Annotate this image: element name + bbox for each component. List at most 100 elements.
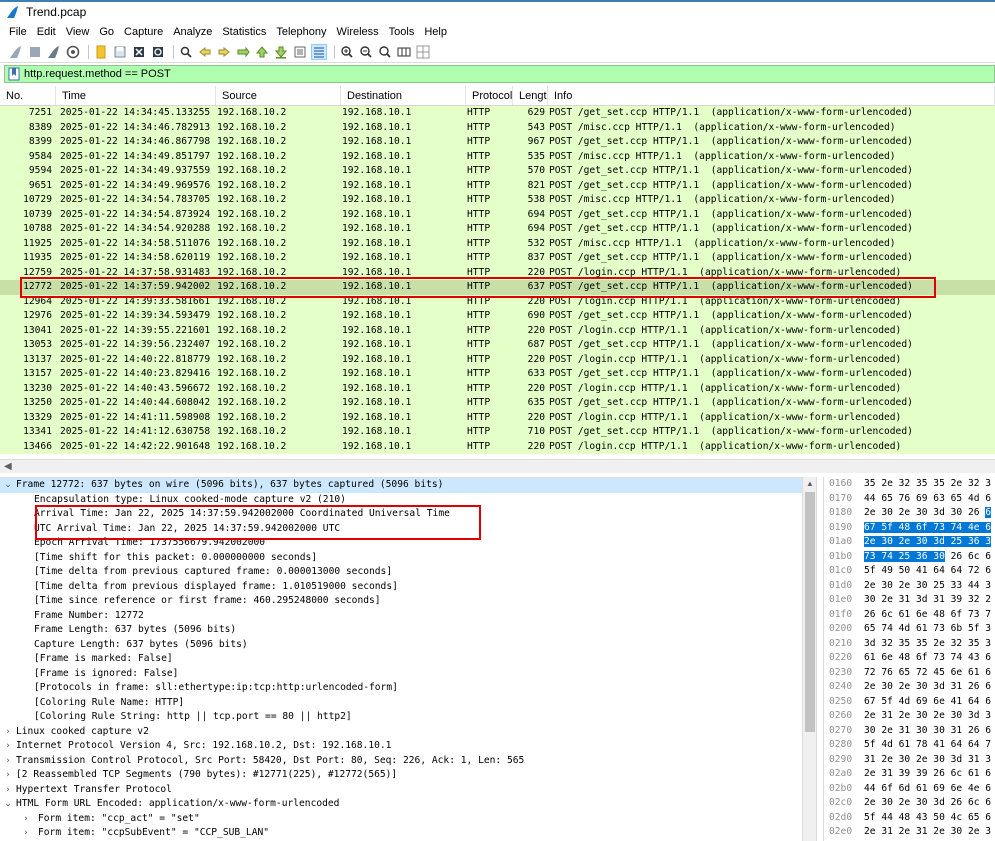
packet-row[interactable]: 13341 2025-01-22 14:41:12.630758 192.168.1… xyxy=(0,425,995,440)
menu-tools[interactable]: Tools xyxy=(384,22,420,42)
detail-tree-row[interactable]: Capture Length: 637 bytes (5096 bits) xyxy=(0,638,816,653)
menu-go[interactable]: Go xyxy=(94,22,119,42)
packet-row[interactable]: 13250 2025-01-22 14:40:44.608042 192.168.1… xyxy=(0,396,995,411)
detail-tree-row[interactable]: › Hypertext Transfer Protocol xyxy=(0,783,816,798)
packet-row[interactable]: 10788 2025-01-22 14:34:54.920288 192.168.1… xyxy=(0,222,995,237)
packet-row[interactable]: 11935 2025-01-22 14:34:58.620119 192.168.1… xyxy=(0,251,995,266)
expanded-chevron-icon[interactable]: ⌄ xyxy=(0,797,16,812)
details-vscrollbar[interactable]: ▲ xyxy=(802,477,816,841)
packet-row[interactable]: 8399 2025-01-22 14:34:46.867798 192.168.10… xyxy=(0,135,995,150)
bytes-row[interactable]: 0160 35 2e 32 35 35 2e 32 3 xyxy=(824,477,995,492)
bytes-row[interactable]: 0250 67 5f 4d 69 6e 41 64 6 xyxy=(824,695,995,710)
menu-edit[interactable]: Edit xyxy=(32,22,61,42)
column-header-protocol[interactable]: Protocol xyxy=(466,86,513,105)
bytes-row[interactable]: 0260 2e 31 2e 30 2e 30 3d 3 xyxy=(824,709,995,724)
layout-grid-icon[interactable] xyxy=(415,44,431,60)
scroll-thumb[interactable] xyxy=(805,492,815,732)
packet-row[interactable]: 9584 2025-01-22 14:34:49.851797 192.168.10… xyxy=(0,149,995,164)
go-to-first-icon[interactable] xyxy=(254,44,270,60)
bytes-row[interactable]: 01c0 5f 49 50 41 64 64 72 6 xyxy=(824,564,995,579)
detail-tree-row[interactable]: [Time delta from previous captured frame… xyxy=(0,565,816,580)
detail-tree-row[interactable]: ⌄ Frame 12772: 637 bytes on wire (5096 bi… xyxy=(0,478,816,493)
column-header-destination[interactable]: Destination xyxy=(341,86,466,105)
packet-row[interactable]: 10729 2025-01-22 14:34:54.783705 192.168.1… xyxy=(0,193,995,208)
bytes-row[interactable]: 0190 67 5f 48 6f 73 74 4e 6 xyxy=(824,521,995,536)
packet-row[interactable]: 9594 2025-01-22 14:34:49.937559 192.168.10… xyxy=(0,164,995,179)
detail-tree-row[interactable]: [Frame is marked: False] xyxy=(0,652,816,667)
menu-telephony[interactable]: Telephony xyxy=(271,22,331,42)
detail-tree-row[interactable]: [Coloring Rule Name: HTTP] xyxy=(0,696,816,711)
detail-tree-row[interactable]: › [2 Reassembled TCP Segments (790 bytes)… xyxy=(0,768,816,783)
go-forward-icon[interactable] xyxy=(216,44,232,60)
packet-row[interactable]: 12976 2025-01-22 14:39:34.593479 192.168.1… xyxy=(0,309,995,324)
zoom-out-icon[interactable] xyxy=(358,44,374,60)
detail-tree-row[interactable]: [Protocols in frame: sll:ethertype:ip:tc… xyxy=(0,681,816,696)
detail-tree-row[interactable]: [Coloring Rule String: http || tcp.port … xyxy=(0,710,816,725)
packet-row[interactable]: 9651 2025-01-22 14:34:49.969576 192.168.10… xyxy=(0,178,995,193)
find-packet-icon[interactable] xyxy=(178,44,194,60)
collapsed-chevron-icon[interactable]: › xyxy=(18,812,34,827)
packet-row[interactable]: 13157 2025-01-22 14:40:23.829416 192.168.1… xyxy=(0,367,995,382)
go-to-packet-icon[interactable] xyxy=(235,44,251,60)
display-filter-input[interactable]: http.request.method == POST xyxy=(24,68,171,80)
packet-row[interactable]: 13053 2025-01-22 14:39:56.232407 192.168.1… xyxy=(0,338,995,353)
column-header-time[interactable]: Time xyxy=(56,86,216,105)
scroll-up-icon[interactable]: ▲ xyxy=(806,479,814,488)
auto-scroll-icon[interactable] xyxy=(292,44,308,60)
scroll-left-icon[interactable]: ◀ xyxy=(4,461,12,472)
bookmark-icon[interactable] xyxy=(7,67,21,81)
bytes-row[interactable]: 02c0 2e 30 2e 30 3d 26 6c 6 xyxy=(824,796,995,811)
collapsed-chevron-icon[interactable]: › xyxy=(0,783,16,798)
bytes-row[interactable]: 0200 65 74 4d 61 73 6b 5f 3 xyxy=(824,622,995,637)
bytes-row[interactable]: 0270 30 2e 31 30 30 31 26 6 xyxy=(824,724,995,739)
detail-tree-row[interactable]: ⌄ HTML Form URL Encoded: application/x-ww… xyxy=(0,797,816,812)
go-back-icon[interactable] xyxy=(197,44,213,60)
packet-row[interactable]: 10739 2025-01-22 14:34:54.873924 192.168.1… xyxy=(0,207,995,222)
packet-row[interactable]: 13137 2025-01-22 14:40:22.818779 192.168.1… xyxy=(0,352,995,367)
bytes-row[interactable]: 0280 5f 4d 61 78 41 64 64 7 xyxy=(824,738,995,753)
detail-tree-row[interactable]: › Form item: "ccp_act" = "set" xyxy=(0,812,816,827)
stop-capture-icon[interactable] xyxy=(27,44,43,60)
pane-splitter[interactable] xyxy=(816,477,824,841)
menu-wireless[interactable]: Wireless xyxy=(332,22,384,42)
bytes-row[interactable]: 01e0 30 2e 31 3d 31 39 32 2 xyxy=(824,593,995,608)
packet-row[interactable]: 13230 2025-01-22 14:40:43.596672 192.168.1… xyxy=(0,381,995,396)
packet-row[interactable]: 11925 2025-01-22 14:34:58.511076 192.168.1… xyxy=(0,236,995,251)
capture-options-icon[interactable] xyxy=(65,44,81,60)
bytes-row[interactable]: 0220 61 6e 48 6f 73 74 43 6 xyxy=(824,651,995,666)
menu-help[interactable]: Help xyxy=(419,22,452,42)
collapsed-chevron-icon[interactable]: › xyxy=(0,739,16,754)
column-header-source[interactable]: Source xyxy=(216,86,341,105)
colorize-icon[interactable] xyxy=(311,44,327,60)
normal-size-icon[interactable] xyxy=(377,44,393,60)
column-header-length[interactable]: Length xyxy=(513,86,548,105)
packet-row[interactable]: 8389 2025-01-22 14:34:46.782913 192.168.10… xyxy=(0,120,995,135)
packet-row[interactable]: 13329 2025-01-22 14:41:11.598908 192.168.1… xyxy=(0,410,995,425)
detail-tree-row[interactable]: Frame Length: 637 bytes (5096 bits) xyxy=(0,623,816,638)
detail-tree-row[interactable]: › Transmission Control Protocol, Src Port… xyxy=(0,754,816,769)
detail-tree-row[interactable]: [Time shift for this packet: 0.000000000… xyxy=(0,551,816,566)
column-header-no[interactable]: No. xyxy=(0,86,56,105)
detail-tree-row[interactable]: [Time delta from previous displayed fram… xyxy=(0,580,816,595)
bytes-row[interactable]: 0170 44 65 76 69 63 65 4d 6 xyxy=(824,492,995,507)
detail-tree-row[interactable]: › Linux cooked capture v2 xyxy=(0,725,816,740)
zoom-in-icon[interactable] xyxy=(339,44,355,60)
detail-tree-row[interactable]: [Frame is ignored: False] xyxy=(0,667,816,682)
packet-row[interactable]: 13041 2025-01-22 14:39:55.221601 192.168.1… xyxy=(0,323,995,338)
bytes-row[interactable]: 02a0 2e 31 39 39 26 6c 61 6 xyxy=(824,767,995,782)
save-file-icon[interactable] xyxy=(112,44,128,60)
bytes-row[interactable]: 02d0 5f 44 48 43 50 4c 65 6 xyxy=(824,811,995,826)
detail-tree-row[interactable]: › Internet Protocol Version 4, Src: 192.1… xyxy=(0,739,816,754)
bytes-row[interactable]: 0240 2e 30 2e 30 3d 31 26 6 xyxy=(824,680,995,695)
bytes-row[interactable]: 01a0 2e 30 2e 30 3d 25 36 3 xyxy=(824,535,995,550)
packet-row[interactable]: 13466 2025-01-22 14:42:22.901648 192.168.1… xyxy=(0,439,995,454)
bytes-row[interactable]: 0180 2e 30 2e 30 3d 30 26 6 xyxy=(824,506,995,521)
menu-capture[interactable]: Capture xyxy=(119,22,168,42)
column-header-info[interactable]: Info xyxy=(548,86,995,105)
restart-capture-icon[interactable] xyxy=(46,44,62,60)
collapsed-chevron-icon[interactable]: › xyxy=(18,826,34,841)
bytes-row[interactable]: 0290 31 2e 30 2e 30 3d 31 3 xyxy=(824,753,995,768)
collapsed-chevron-icon[interactable]: › xyxy=(0,725,16,740)
menu-file[interactable]: File xyxy=(4,22,32,42)
bytes-row[interactable]: 01d0 2e 30 2e 30 25 33 44 3 xyxy=(824,579,995,594)
